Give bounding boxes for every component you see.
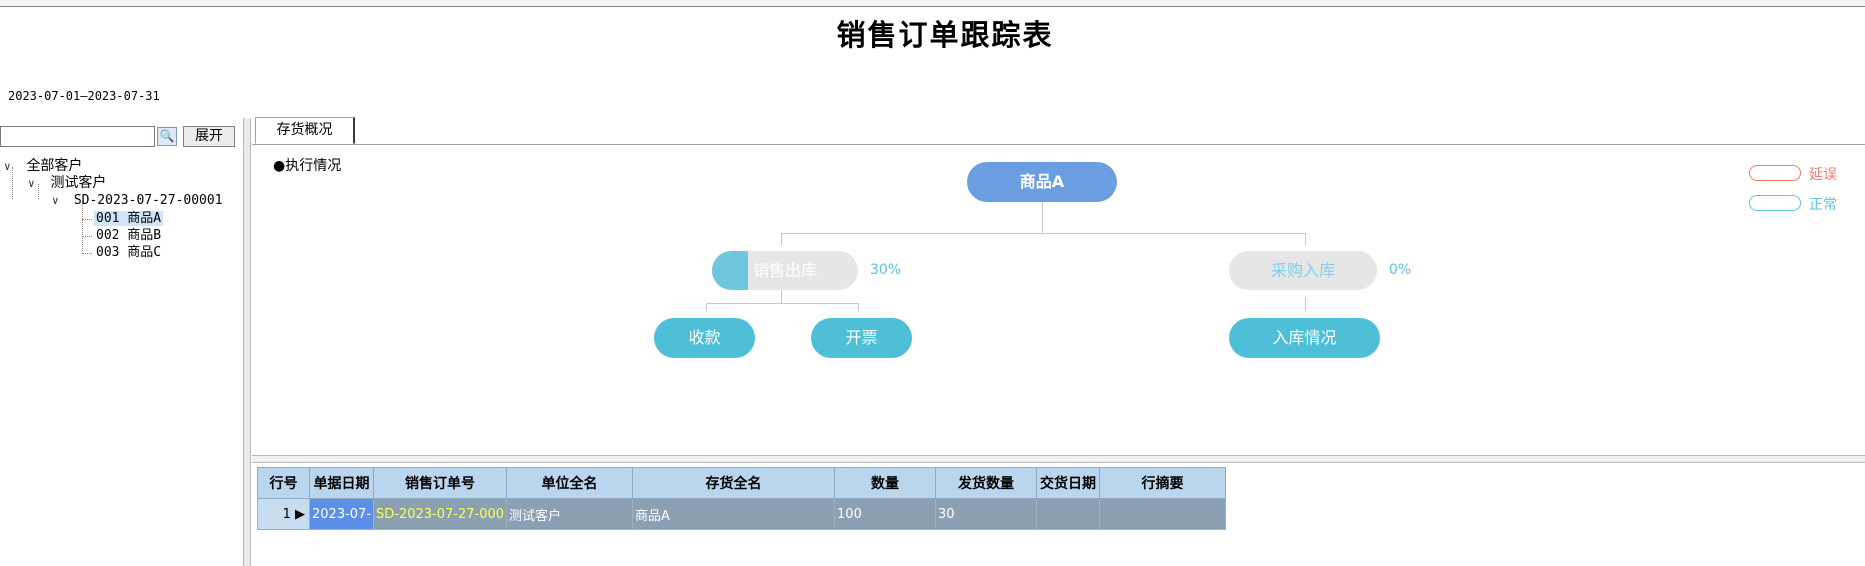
tree-node-label: 测试客户 bbox=[50, 175, 107, 191]
search-icon: 🔍 bbox=[159, 129, 175, 143]
section-label: ●执行情况 bbox=[273, 158, 342, 174]
column-header[interactable]: 销售订单号 bbox=[373, 467, 508, 499]
node-label: 销售出库 bbox=[752, 261, 817, 280]
date-range: 2023-07-01—2023-07-31 bbox=[8, 89, 160, 103]
legend-swatch-normal bbox=[1749, 195, 1801, 211]
vertical-splitter[interactable] bbox=[243, 118, 251, 566]
cell-date[interactable]: 2023-07- bbox=[308, 498, 375, 530]
search-input[interactable] bbox=[0, 126, 155, 147]
connector-line bbox=[706, 303, 707, 311]
chevron-down-icon[interactable]: ∨ bbox=[4, 158, 16, 175]
row-number: 1 bbox=[282, 506, 291, 522]
row-number-cell[interactable]: 1 ▶ bbox=[257, 498, 310, 530]
cell-row-memo[interactable] bbox=[1099, 498, 1227, 530]
cell-item-name[interactable]: 商品A bbox=[632, 498, 836, 530]
connector-line bbox=[781, 290, 782, 303]
tab-strip bbox=[252, 118, 1865, 145]
connector-line bbox=[781, 233, 782, 245]
tree-node-label: 003 商品C bbox=[96, 245, 162, 260]
connector-line bbox=[706, 303, 859, 304]
legend-swatch-delayed bbox=[1749, 165, 1801, 181]
column-header[interactable]: 数量 bbox=[834, 467, 937, 499]
column-header[interactable]: 存货全名 bbox=[632, 467, 836, 499]
connector-line bbox=[1042, 202, 1043, 233]
sales-out-percent: 30% bbox=[870, 262, 902, 278]
node-product[interactable]: 商品A bbox=[967, 162, 1117, 202]
column-header[interactable]: 发货数量 bbox=[935, 467, 1038, 499]
sales-out-progress-fill bbox=[712, 251, 748, 290]
tree-node-label: SD-2023-07-27-00001 bbox=[73, 193, 223, 208]
connector-line bbox=[858, 303, 859, 311]
order-detail-table: 行号 单据日期 销售订单号 单位全名 存货全名 数量 发货数量 交货日期 行摘要… bbox=[257, 467, 1227, 530]
tree-node-label: 全部客户 bbox=[26, 158, 83, 174]
node-sales-out[interactable]: 销售出库 bbox=[712, 251, 858, 290]
node-collect[interactable]: 收款 bbox=[654, 318, 755, 358]
table-header-row: 行号 单据日期 销售订单号 单位全名 存货全名 数量 发货数量 交货日期 行摘要 bbox=[257, 467, 1227, 499]
row-pointer-icon: ▶ bbox=[295, 506, 305, 522]
expand-button[interactable]: 展开 bbox=[183, 126, 235, 147]
top-toolbar-strip bbox=[0, 0, 1865, 7]
connector-line bbox=[781, 233, 1306, 234]
connector-line bbox=[1305, 297, 1306, 311]
tree-node-order[interactable]: ∨ SD-2023-07-27-00001 bbox=[52, 192, 225, 209]
search-button[interactable]: 🔍 bbox=[157, 127, 177, 146]
page-title: 销售订单跟踪表 bbox=[836, 18, 1054, 52]
table-row[interactable]: 1 ▶ 2023-07- SD-2023-07-27-000 测试客户 商品A … bbox=[257, 498, 1227, 530]
column-header[interactable]: 行摘要 bbox=[1099, 467, 1227, 499]
column-header[interactable]: 交货日期 bbox=[1036, 467, 1101, 499]
chevron-down-icon[interactable]: ∨ bbox=[52, 192, 64, 209]
tree-node-label: 001 商品A bbox=[94, 211, 164, 226]
tree-line bbox=[82, 219, 92, 220]
tree-node-all-customers[interactable]: ∨ 全部客户 bbox=[4, 158, 84, 175]
purchase-in-percent: 0% bbox=[1389, 262, 1412, 278]
column-header[interactable]: 行号 bbox=[257, 467, 310, 499]
tree-node-customer[interactable]: ∨ 测试客户 bbox=[28, 175, 108, 192]
tree-node-label: 002 商品B bbox=[96, 228, 162, 243]
tree-node-item[interactable]: 003 商品C bbox=[94, 244, 163, 261]
tree-line bbox=[82, 253, 92, 254]
node-invoice[interactable]: 开票 bbox=[811, 318, 912, 358]
tree-line bbox=[82, 236, 92, 237]
chevron-down-icon[interactable]: ∨ bbox=[28, 175, 40, 192]
tree-node-item[interactable]: 001 商品A bbox=[94, 210, 164, 227]
column-header[interactable]: 单位全名 bbox=[506, 467, 634, 499]
tree-node-item[interactable]: 002 商品B bbox=[94, 227, 163, 244]
column-header[interactable]: 单据日期 bbox=[308, 467, 375, 499]
legend-label-delayed: 延误 bbox=[1809, 167, 1837, 183]
connector-line bbox=[1305, 233, 1306, 245]
cell-shipped-quantity[interactable]: 30 bbox=[935, 498, 1038, 530]
node-label: 采购入库 bbox=[1270, 261, 1335, 280]
legend-label-normal: 正常 bbox=[1809, 197, 1837, 213]
cell-quantity[interactable]: 100 bbox=[834, 498, 937, 530]
cell-unit-name[interactable]: 测试客户 bbox=[506, 498, 634, 530]
node-purchase-in[interactable]: 采购入库 bbox=[1229, 251, 1377, 290]
cell-delivery-date[interactable] bbox=[1036, 498, 1101, 530]
tab-inventory-overview[interactable]: 存货概况 bbox=[255, 117, 355, 144]
cell-order-number[interactable]: SD-2023-07-27-000 bbox=[373, 498, 508, 530]
horizontal-splitter[interactable] bbox=[252, 455, 1865, 463]
node-stock-in[interactable]: 入库情况 bbox=[1229, 318, 1380, 358]
